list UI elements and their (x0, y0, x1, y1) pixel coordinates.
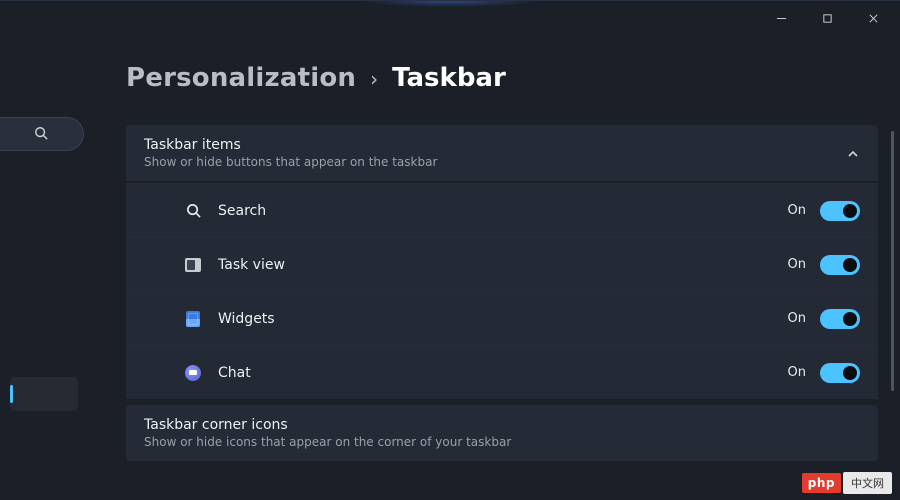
chevron-up-icon (846, 146, 860, 160)
toggle-state-text: On (788, 311, 806, 326)
section-subtitle: Show or hide buttons that appear on the … (144, 155, 437, 169)
setting-label: Search (218, 203, 266, 219)
toggle-state-text: On (788, 257, 806, 272)
setting-row-search: Search On (126, 183, 878, 237)
close-button[interactable] (850, 3, 896, 33)
toggle-widgets[interactable] (820, 309, 860, 329)
setting-label: Task view (218, 257, 285, 273)
setting-label: Widgets (218, 311, 275, 327)
setting-row-widgets: Widgets On (126, 291, 878, 345)
toggle-state-text: On (788, 203, 806, 218)
watermark-left: php (802, 473, 841, 493)
toggle-search[interactable] (820, 201, 860, 221)
search-button[interactable] (0, 117, 84, 151)
search-icon (34, 125, 48, 144)
left-rail (0, 117, 86, 500)
section-taskbar-items-header[interactable]: Taskbar items Show or hide buttons that … (126, 125, 878, 181)
section-title: Taskbar corner icons (144, 417, 511, 433)
watermark-right: 中文网 (843, 472, 892, 494)
chat-icon (184, 364, 202, 382)
watermark: php 中文网 (802, 472, 892, 494)
page-title: Taskbar (392, 63, 506, 93)
window-titlebar (0, 1, 900, 35)
section-subtitle: Show or hide icons that appear on the co… (144, 435, 511, 449)
toggle-chat[interactable] (820, 363, 860, 383)
settings-window: Personalization › Taskbar Taskbar items … (0, 0, 900, 500)
nav-item-personalization[interactable] (10, 377, 78, 411)
breadcrumb-parent[interactable]: Personalization (126, 63, 356, 93)
breadcrumb: Personalization › Taskbar (126, 63, 506, 93)
setting-row-chat: Chat On (126, 345, 878, 399)
section-title: Taskbar items (144, 137, 437, 153)
toggle-state-text: On (788, 365, 806, 380)
toggle-taskview[interactable] (820, 255, 860, 275)
minimize-button[interactable] (758, 3, 804, 33)
taskbar-items-list: Search On Task view On Widgets On (126, 183, 878, 399)
section-corner-icons-header[interactable]: Taskbar corner icons Show or hide icons … (126, 405, 878, 461)
setting-label: Chat (218, 365, 251, 381)
main-panel: Taskbar items Show or hide buttons that … (126, 125, 878, 500)
scrollbar-thumb[interactable] (891, 131, 894, 391)
setting-row-taskview: Task view On (126, 237, 878, 291)
taskview-icon (184, 256, 202, 274)
search-icon (184, 202, 202, 220)
maximize-button[interactable] (804, 3, 850, 33)
chevron-right-icon: › (370, 67, 378, 91)
widgets-icon (184, 310, 202, 328)
content-area: Personalization › Taskbar Taskbar items … (0, 35, 900, 500)
